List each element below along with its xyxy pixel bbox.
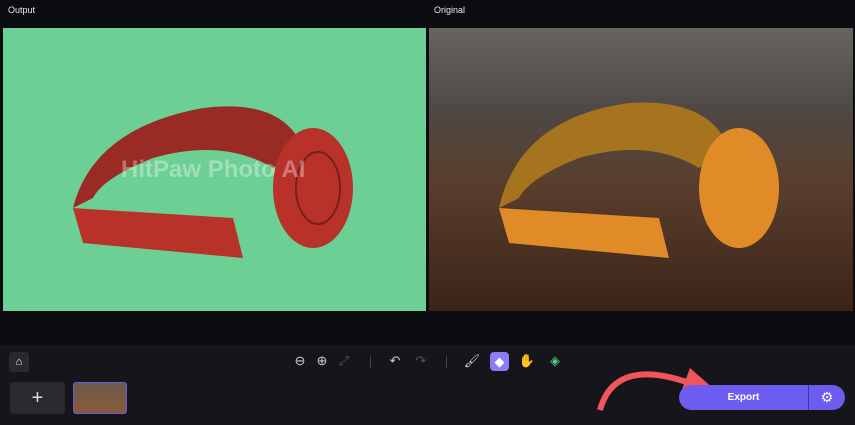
- fit-icon[interactable]: ⤢: [335, 352, 353, 370]
- export-button[interactable]: Export: [679, 385, 809, 410]
- home-button[interactable]: ⌂: [9, 352, 29, 372]
- output-preview: HitPaw Photo AI: [3, 28, 426, 311]
- hand-icon[interactable]: ✋: [518, 352, 536, 370]
- export-settings-button[interactable]: ⚙: [809, 385, 845, 410]
- home-icon: ⌂: [15, 356, 23, 368]
- undo-icon[interactable]: ↶: [386, 352, 404, 370]
- output-label: Output: [8, 5, 36, 15]
- export-group: Export ⚙: [679, 385, 845, 410]
- fill-icon[interactable]: ◈: [546, 352, 564, 370]
- image-thumbnail[interactable]: [73, 382, 127, 414]
- gear-icon: ⚙: [820, 389, 834, 405]
- zoom-in-icon[interactable]: ⊕: [313, 352, 331, 370]
- zoom-out-icon[interactable]: ⊖: [291, 352, 309, 370]
- original-preview: [429, 28, 853, 311]
- divider: [370, 356, 371, 368]
- headphones-image: [499, 102, 779, 258]
- divider: [446, 356, 447, 368]
- redo-icon[interactable]: ↷: [412, 352, 430, 370]
- original-label: Original: [434, 5, 466, 15]
- eraser-icon[interactable]: ◆: [490, 352, 509, 371]
- watermark: HitPaw Photo AI: [121, 156, 306, 183]
- brush-icon[interactable]: 🖌: [463, 352, 481, 370]
- add-image-button[interactable]: +: [10, 382, 65, 414]
